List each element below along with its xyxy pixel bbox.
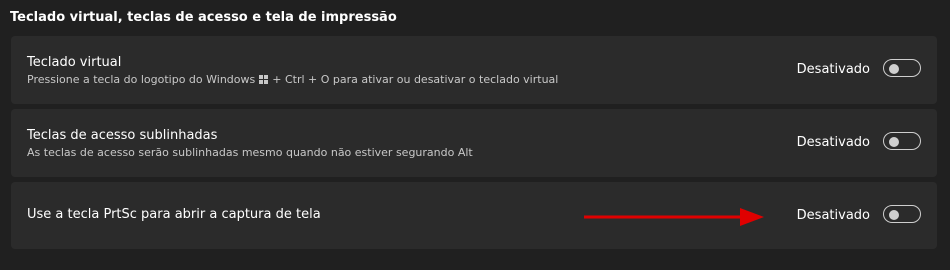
section-title: Teclado virtual, teclas de acesso e tela… — [10, 10, 397, 25]
windows-logo-icon — [259, 75, 269, 84]
setting-title: Teclado virtual — [27, 55, 122, 70]
setting-text: Teclas de acesso sublinhadas As teclas d… — [27, 128, 473, 159]
prtsc-screen-capture-toggle[interactable] — [883, 205, 921, 223]
setting-text: Use a tecla PrtSc para abrir a captura d… — [27, 207, 321, 222]
toggle-state-label: Desativado — [796, 62, 870, 77]
setting-text: Teclado virtual Pressione a tecla do log… — [27, 55, 558, 86]
toggle-knob — [889, 64, 899, 74]
setting-description: As teclas de acesso serão sublinhadas me… — [27, 146, 473, 159]
description-part-1: Pressione a tecla do logotipo do Windows — [27, 73, 256, 86]
setting-title: Use a tecla PrtSc para abrir a captura d… — [27, 207, 321, 222]
toggle-state-label: Desativado — [796, 135, 870, 150]
toggle-state-label: Desativado — [796, 208, 870, 223]
description-text: As teclas de acesso serão sublinhadas me… — [27, 146, 473, 159]
setting-underline-access-keys: Teclas de acesso sublinhadas As teclas d… — [11, 109, 937, 177]
red-arrow-icon — [584, 208, 764, 226]
description-part-2: + Ctrl + O para ativar ou desativar o te… — [272, 73, 559, 86]
underline-access-keys-toggle[interactable] — [883, 132, 921, 150]
toggle-knob — [889, 137, 899, 147]
setting-prtsc-screen-capture: Use a tecla PrtSc para abrir a captura d… — [11, 182, 937, 249]
virtual-keyboard-toggle[interactable] — [883, 59, 921, 77]
setting-title: Teclas de acesso sublinhadas — [27, 128, 218, 143]
setting-virtual-keyboard: Teclado virtual Pressione a tecla do log… — [11, 36, 937, 104]
toggle-knob — [889, 210, 899, 220]
setting-description: Pressione a tecla do logotipo do Windows… — [27, 73, 558, 86]
